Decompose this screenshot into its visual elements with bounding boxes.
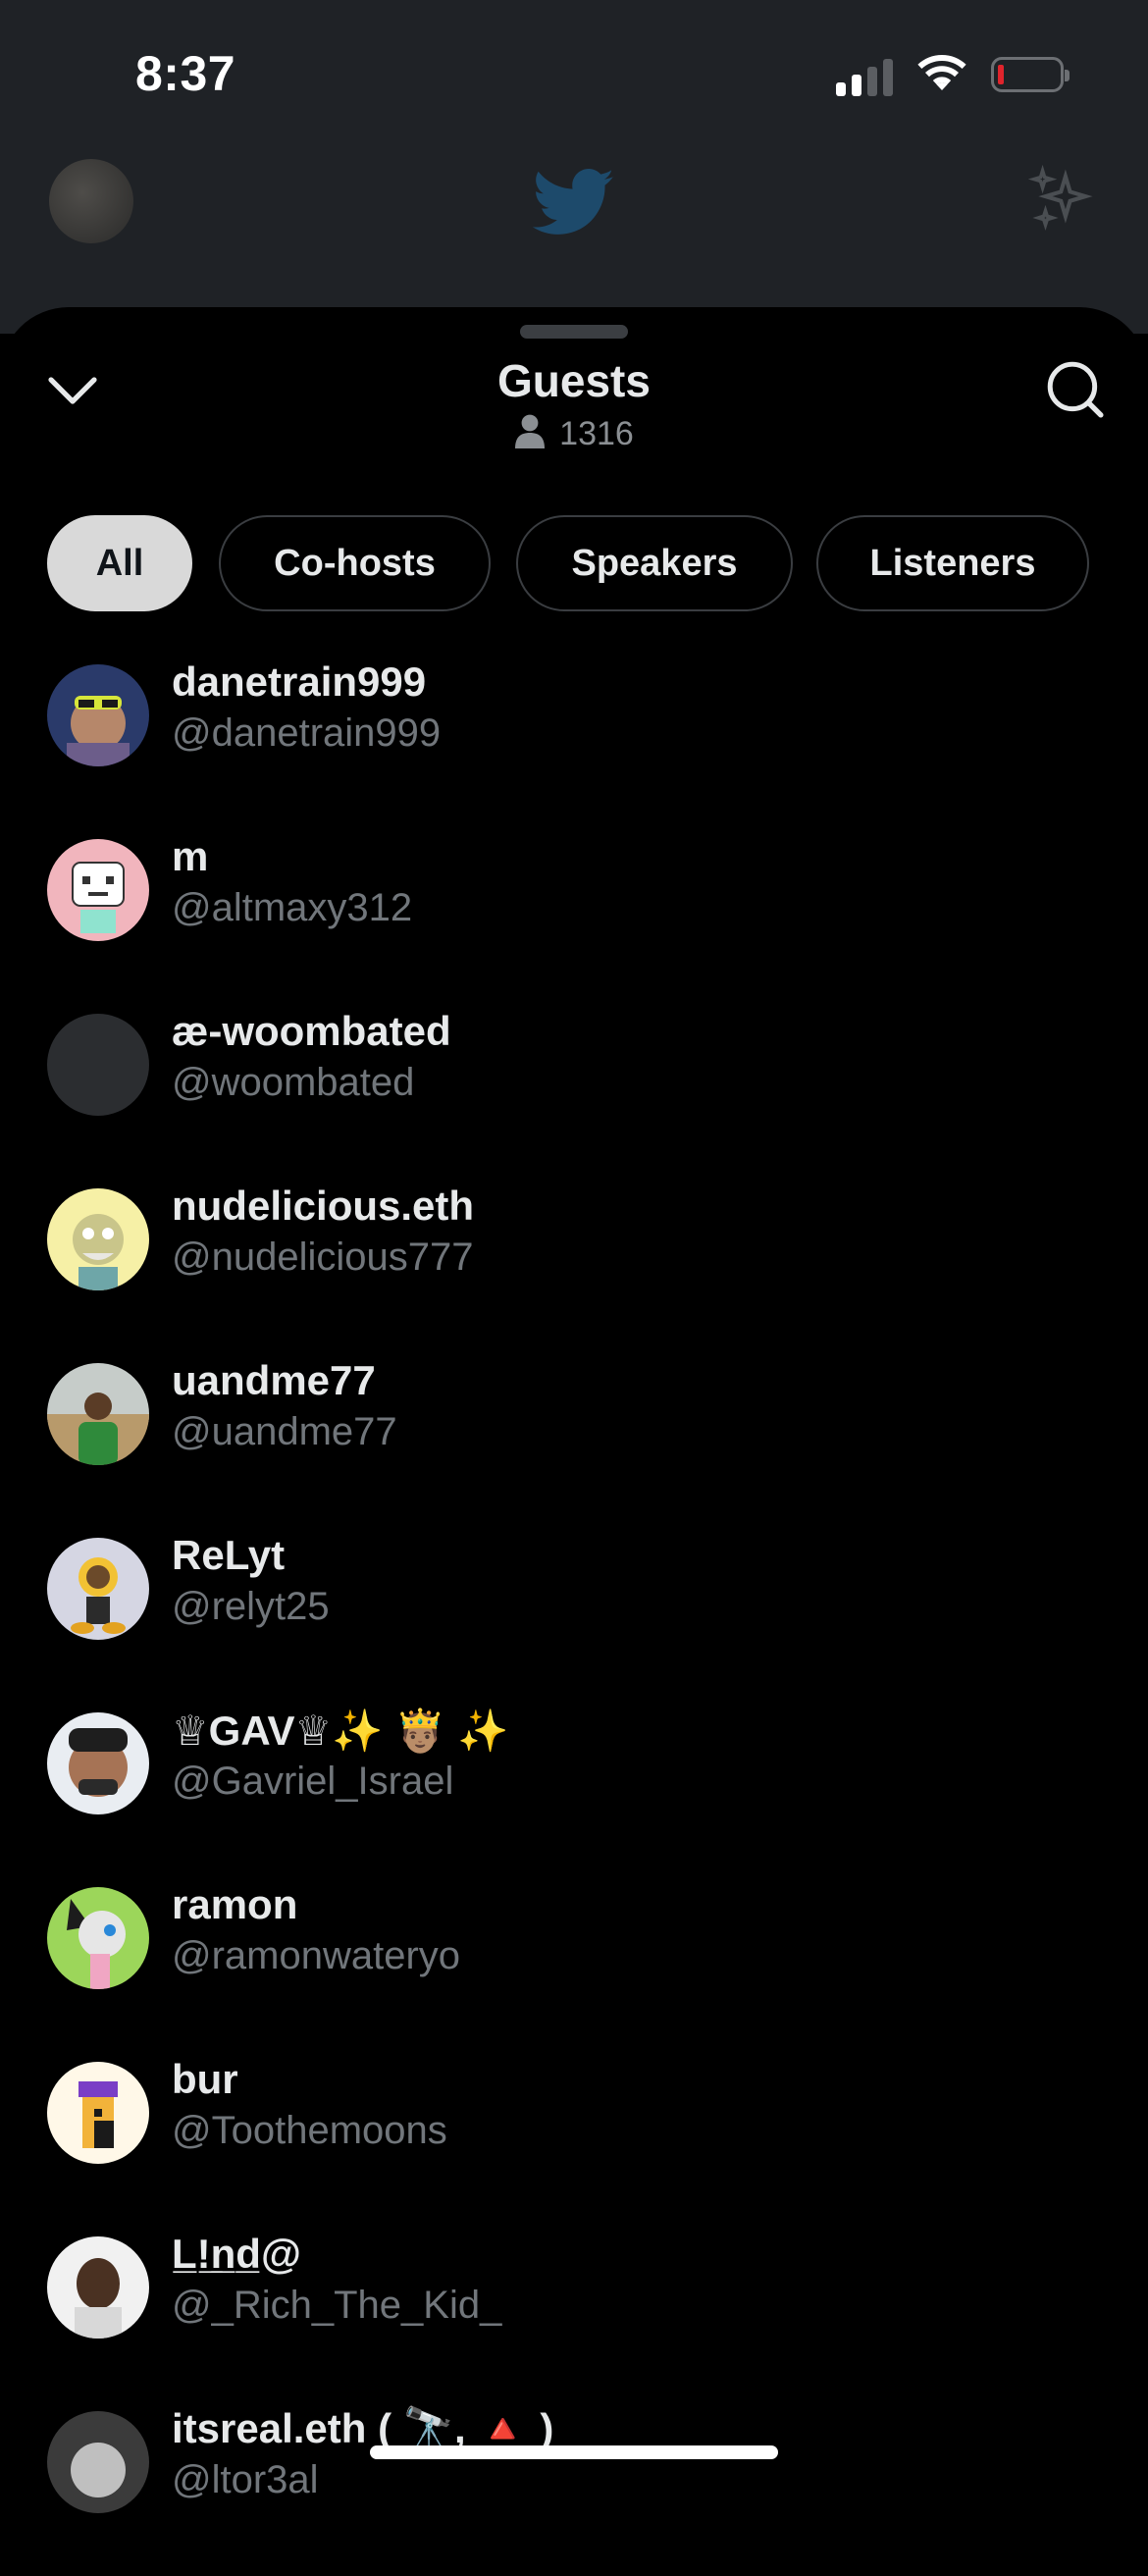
guest-handle: @danetrain999	[172, 711, 442, 755]
avatar	[47, 1188, 149, 1290]
filter-all[interactable]: All	[47, 515, 192, 611]
guest-count-value: 1316	[559, 415, 634, 452]
guest-handle: @uandme77	[172, 1410, 397, 1453]
guest-list: danetrain999 @danetrain999 m @altmaxy312…	[0, 655, 1148, 2576]
filter-listeners[interactable]: Listeners	[816, 515, 1089, 611]
avatar	[47, 2411, 149, 2513]
guest-name: m	[172, 833, 209, 879]
search-icon[interactable]	[1044, 358, 1105, 419]
guest-handle: @woombated	[172, 1061, 415, 1104]
guest-name: danetrain999	[172, 658, 427, 705]
guests-sheet: Guests 1316 All Co-hosts Speakers Listen…	[0, 307, 1148, 2513]
avatar	[47, 1363, 149, 1465]
home-indicator[interactable]	[370, 2445, 778, 2459]
guest-name: ReLyt	[172, 1532, 286, 1578]
guest-handle: @ltor3al	[172, 2458, 319, 2501]
guest-row[interactable]: danetrain999 @danetrain999	[0, 655, 1148, 829]
avatar	[47, 839, 149, 941]
sheet-grabber[interactable]	[520, 325, 628, 339]
guest-row[interactable]: nudelicious.eth @nudelicious777	[0, 1179, 1148, 1353]
cellular-signal-icon	[836, 57, 897, 96]
guest-name: æ-woombated	[172, 1008, 451, 1054]
guest-handle: @Toothemoons	[172, 2109, 447, 2152]
guest-count: 1316	[0, 413, 1148, 453]
sheet-title: Guests	[497, 355, 651, 406]
guest-row[interactable]: ♕GAV♕✨ 🤴🏽 ✨ @Gavriel_Israel	[0, 1703, 1148, 1877]
person-icon	[515, 414, 546, 448]
status-time: 8:37	[135, 46, 236, 101]
avatar	[47, 2236, 149, 2339]
avatar	[47, 1538, 149, 1640]
guest-name: nudelicious.eth	[172, 1183, 475, 1229]
battery-icon	[991, 57, 1070, 92]
avatar	[47, 2062, 149, 2164]
status-bar: 8:37	[0, 0, 1148, 147]
sparkle-icon	[1028, 165, 1093, 232]
guest-handle: @altmaxy312	[172, 886, 413, 929]
guest-row[interactable]: bur @Toothemoons	[0, 2052, 1148, 2227]
guest-name: uandme77	[172, 1357, 376, 1403]
guest-handle: @_Rich_The_Kid_	[172, 2284, 502, 2327]
avatar	[47, 664, 149, 766]
guest-row[interactable]: itsreal.eth ( 🔭, 🔺 ) @ltor3al	[0, 2401, 1148, 2576]
guest-row[interactable]: m @altmaxy312	[0, 829, 1148, 1004]
avatar	[47, 1014, 149, 1116]
guest-name: L̲!̲n̲d̲@	[172, 2231, 301, 2277]
filter-co-hosts[interactable]: Co-hosts	[219, 515, 491, 611]
guest-row[interactable]: uandme77 @uandme77	[0, 1353, 1148, 1528]
avatar	[47, 1712, 149, 1814]
guest-name: ramon	[172, 1881, 298, 1927]
guest-handle: @nudelicious777	[172, 1235, 474, 1279]
guest-row[interactable]: L̲!̲n̲d̲@ @_Rich_The_Kid_	[0, 2227, 1148, 2401]
guest-handle: @Gavriel_Israel	[172, 1760, 454, 1803]
profile-avatar	[49, 159, 133, 243]
guest-row[interactable]: æ-woombated @woombated	[0, 1004, 1148, 1179]
guest-name: ♕GAV♕✨ 🤴🏽 ✨	[172, 1708, 509, 1754]
guest-handle: @relyt25	[172, 1585, 330, 1628]
avatar	[47, 1887, 149, 1989]
guest-row[interactable]: ReLyt @relyt25	[0, 1528, 1148, 1703]
guest-name: bur	[172, 2056, 238, 2102]
twitter-bird-icon	[533, 169, 614, 235]
filter-speakers[interactable]: Speakers	[516, 515, 793, 611]
guest-handle: @ramonwateryo	[172, 1934, 461, 1977]
guest-row[interactable]: ramon @ramonwateryo	[0, 1877, 1148, 2052]
wifi-icon	[917, 55, 966, 90]
